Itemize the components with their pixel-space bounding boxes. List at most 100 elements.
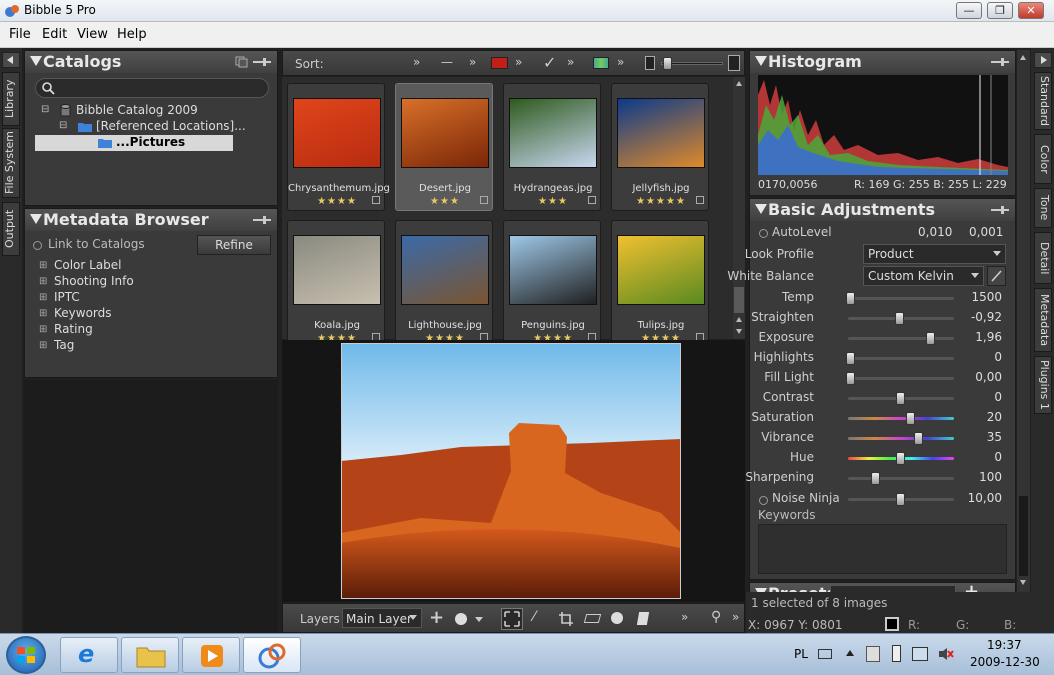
slider-knob[interactable]: [846, 292, 855, 305]
small-thumb-icon[interactable]: [645, 56, 655, 70]
slider-value[interactable]: 1500: [971, 290, 1002, 304]
slider-value[interactable]: 10,00: [968, 491, 1002, 505]
tab-metadata[interactable]: Metadata: [1034, 288, 1052, 352]
thumbnail[interactable]: Desert.jpg ★★★: [395, 83, 493, 211]
histogram-header[interactable]: Histogram: [750, 51, 1015, 73]
basic-adjustments-header[interactable]: Basic Adjustments: [750, 199, 1015, 221]
language-indicator[interactable]: PL: [794, 647, 808, 661]
tab-file-system[interactable]: File System: [2, 128, 20, 198]
sort-label[interactable]: Sort:: [295, 57, 324, 71]
checkmark-icon[interactable]: ✓: [543, 53, 556, 72]
restore-button[interactable]: ❐: [987, 2, 1013, 19]
noise-ninja-checkbox[interactable]: [759, 496, 768, 505]
metadata-item[interactable]: Color Label: [54, 258, 122, 272]
edit-icon[interactable]: [480, 196, 488, 204]
tab-plugins[interactable]: Plugins 1: [1034, 356, 1052, 414]
slider-value[interactable]: 0,00: [975, 370, 1002, 384]
slider-knob[interactable]: [846, 352, 855, 365]
thumbnail-image[interactable]: [401, 235, 489, 305]
thumbnail[interactable]: Penguins.jpg ★★★★: [503, 220, 601, 348]
edit-icon[interactable]: [696, 196, 704, 204]
keywords-input[interactable]: [758, 524, 1007, 574]
catalogs-header[interactable]: Catalogs: [25, 51, 277, 73]
metadata-item[interactable]: Rating: [54, 322, 93, 336]
dropper-icon[interactable]: ⁄: [533, 609, 535, 625]
tree-item-pictures[interactable]: ...Pictures: [116, 135, 185, 149]
link-catalogs-radio[interactable]: [33, 241, 42, 250]
metadata-browser-header[interactable]: Metadata Browser: [25, 209, 277, 231]
more-chevron-icon[interactable]: »: [617, 55, 624, 69]
more-chevron-icon[interactable]: »: [567, 55, 574, 69]
thumb-size-knob[interactable]: [663, 57, 672, 70]
tab-detail[interactable]: Detail: [1034, 232, 1052, 284]
tray-expand-icon[interactable]: [846, 650, 854, 656]
pin-icon[interactable]: [989, 56, 1011, 68]
metadata-item[interactable]: Shooting Info: [54, 274, 134, 288]
expand-icon[interactable]: ⊞: [39, 324, 47, 335]
taskbar-bibble[interactable]: [243, 637, 301, 673]
slider-knob[interactable]: [906, 412, 915, 425]
expand-icon[interactable]: ⊞: [39, 292, 47, 303]
slider-value[interactable]: 1,96: [975, 330, 1002, 344]
refine-button[interactable]: Refine: [197, 235, 271, 255]
slider-value[interactable]: 0: [994, 450, 1002, 464]
collapse-left-button[interactable]: [2, 52, 20, 68]
slider-value[interactable]: 35: [987, 430, 1002, 444]
expand-icon[interactable]: ⊞: [39, 340, 47, 351]
eraser-icon[interactable]: [636, 612, 650, 625]
circle-tool-icon[interactable]: [455, 613, 467, 625]
menu-edit[interactable]: Edit: [42, 27, 67, 42]
tree-item-catalog[interactable]: Bibble Catalog 2009: [76, 103, 198, 117]
tab-output[interactable]: Output: [2, 202, 20, 256]
slider-track[interactable]: [848, 297, 954, 300]
autolevel-value-2[interactable]: 0,001: [969, 225, 1003, 239]
metadata-item[interactable]: IPTC: [54, 290, 80, 304]
taskbar-explorer[interactable]: [121, 637, 179, 673]
line-icon[interactable]: —: [441, 55, 453, 69]
expand-icon[interactable]: ⊞: [39, 308, 47, 319]
zoom-icon[interactable]: ⚲: [711, 609, 721, 625]
slider-knob[interactable]: [895, 312, 904, 325]
thumbnail-image[interactable]: [293, 98, 381, 168]
thumbnail-image[interactable]: [509, 98, 597, 168]
slider-value[interactable]: 0: [994, 350, 1002, 364]
straighten-icon[interactable]: [583, 614, 602, 623]
more-chevron-icon[interactable]: »: [413, 55, 420, 69]
thumbnail[interactable]: Tulips.jpg ★★★★: [611, 220, 709, 348]
taskbar-ie[interactable]: e: [60, 637, 118, 673]
slider-track[interactable]: [848, 337, 954, 340]
thumbnail[interactable]: Lighthouse.jpg ★★★★: [395, 220, 493, 348]
slider-track[interactable]: [848, 417, 954, 420]
action-center-icon[interactable]: [866, 646, 880, 662]
keyboard-icon[interactable]: [818, 649, 832, 659]
thumbnail-image[interactable]: [617, 98, 705, 168]
tab-library[interactable]: Library: [2, 72, 20, 126]
catalog-search-input[interactable]: [35, 78, 269, 98]
slider-knob[interactable]: [896, 493, 905, 506]
slider-knob[interactable]: [926, 332, 935, 345]
slider-knob[interactable]: [896, 452, 905, 465]
layer-select[interactable]: Main Layer: [342, 608, 422, 628]
close-button[interactable]: ✕: [1018, 2, 1044, 19]
menu-help[interactable]: Help: [117, 27, 147, 42]
more-chevron-icon[interactable]: »: [732, 610, 739, 624]
slider-track[interactable]: [848, 357, 954, 360]
white-balance-select[interactable]: Custom Kelvin: [863, 266, 984, 286]
taskbar-media-player[interactable]: [182, 637, 240, 673]
tab-color[interactable]: Color: [1034, 134, 1052, 184]
pin-icon[interactable]: [989, 204, 1011, 216]
large-thumb-icon[interactable]: [728, 55, 740, 71]
collapse-right-button[interactable]: [1034, 52, 1052, 68]
slider-track[interactable]: [848, 437, 954, 440]
thumbnail[interactable]: Chrysanthemum.jpg ★★★★: [287, 83, 390, 211]
thumbnail-image[interactable]: [509, 235, 597, 305]
tree-item-referenced[interactable]: [Referenced Locations]...: [96, 119, 246, 133]
network-icon[interactable]: [912, 647, 928, 661]
slider-knob[interactable]: [914, 432, 923, 445]
thumbnail-image[interactable]: [293, 235, 381, 305]
tab-standard[interactable]: Standard: [1034, 72, 1052, 130]
color-label-icon[interactable]: [491, 57, 508, 69]
fit-icon[interactable]: [501, 608, 523, 630]
slider-knob[interactable]: [896, 392, 905, 405]
menu-file[interactable]: File: [9, 27, 31, 42]
